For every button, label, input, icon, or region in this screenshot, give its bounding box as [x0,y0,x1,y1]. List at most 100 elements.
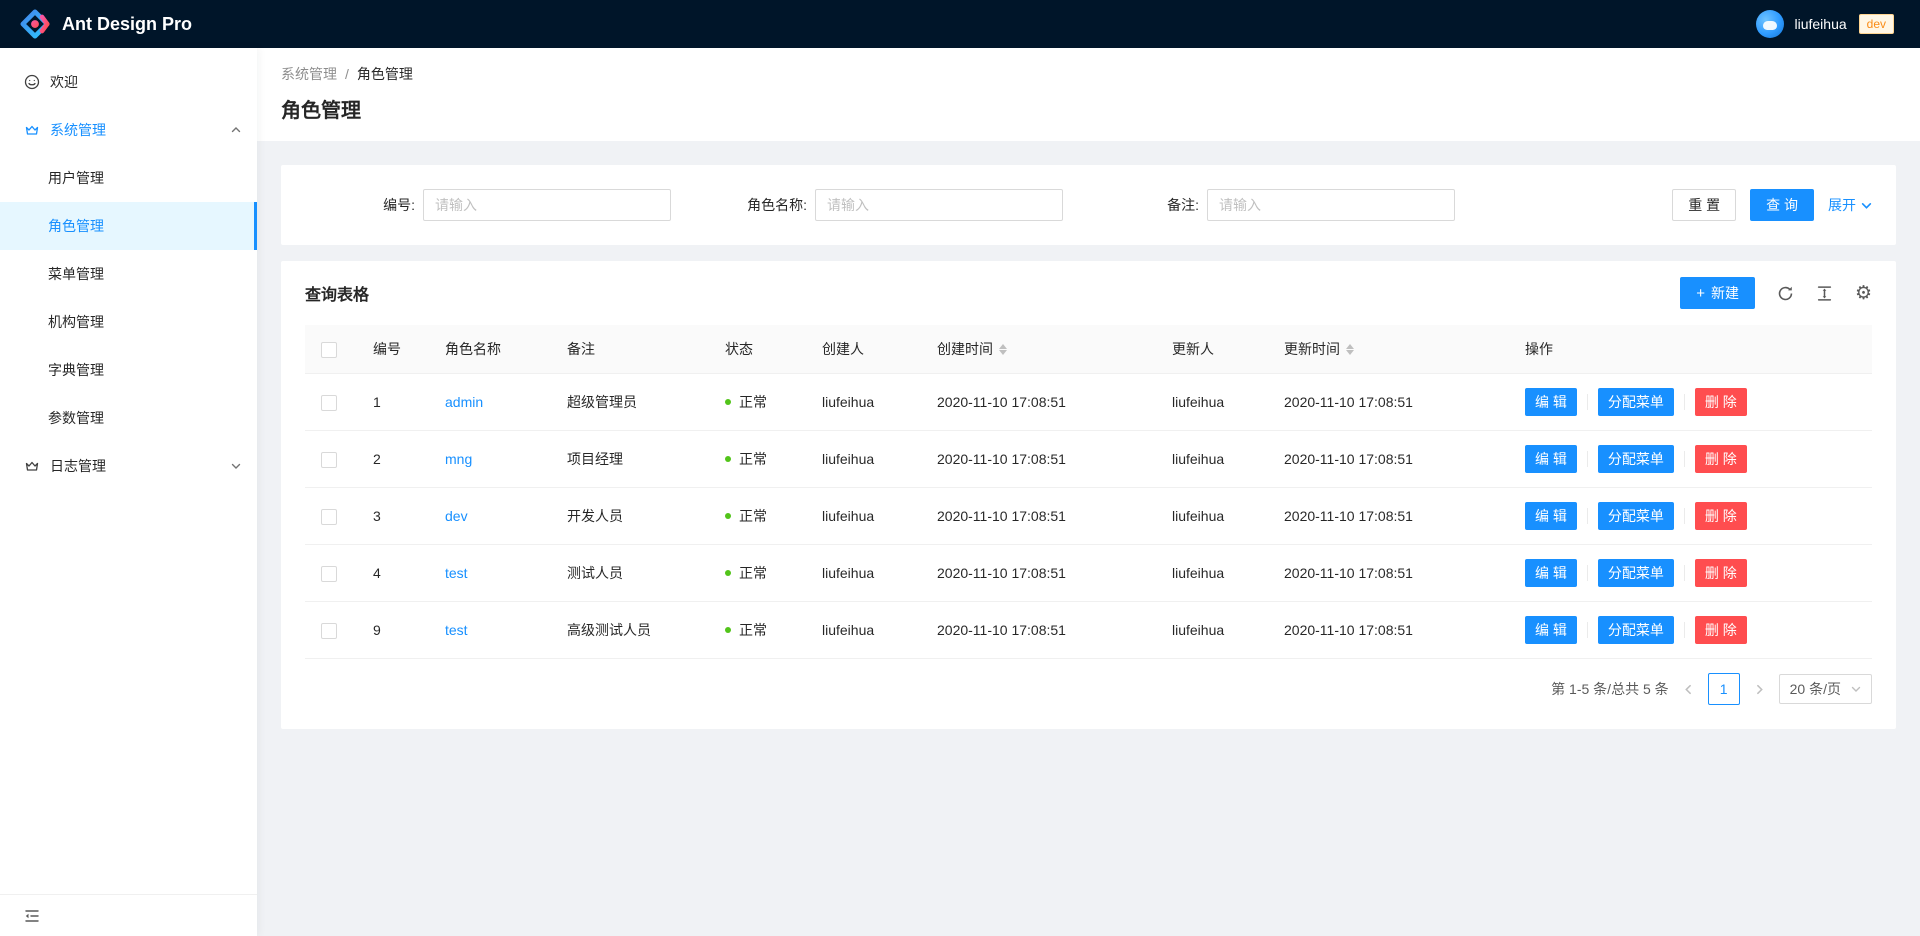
row-checkbox[interactable] [321,623,337,639]
sidebar-item-menu-mgmt[interactable]: 菜单管理 [0,250,257,298]
col-header-actions: 操作 [1509,325,1872,374]
row-checkbox[interactable] [321,566,337,582]
status-dot [725,513,731,519]
role-name-input[interactable] [815,189,1063,221]
sidebar-group-system[interactable]: 系统管理 [0,106,257,154]
assign-menu-button[interactable]: 分配菜单 [1598,616,1674,644]
sidebar-item-param-mgmt[interactable]: 参数管理 [0,394,257,442]
id-input[interactable] [423,189,671,221]
col-header-created-time-label: 创建时间 [937,339,993,359]
prev-page-icon[interactable] [1679,684,1698,695]
next-page-icon[interactable] [1750,684,1769,695]
table-row: 1 admin 超级管理员 正常 liufeihua 2020-11-10 17… [305,374,1872,431]
status-dot [725,570,731,576]
page-size-value: 20 条/页 [1790,679,1841,699]
filter-label-id: 编号: [305,195,423,215]
assign-menu-button[interactable]: 分配菜单 [1598,445,1674,473]
col-header-created-time[interactable]: 创建时间 [921,325,1156,374]
user-avatar [1756,10,1784,38]
table-row: 3 dev 开发人员 正常 liufeihua 2020-11-10 17:08… [305,488,1872,545]
expand-toggle[interactable]: 展开 [1828,195,1872,215]
delete-button[interactable]: 删 除 [1695,388,1747,416]
role-name-link[interactable]: test [445,565,468,581]
sidebar-item-org-mgmt[interactable]: 机构管理 [0,298,257,346]
col-header-updated-time[interactable]: 更新时间 [1268,325,1509,374]
cell-id: 4 [357,545,429,602]
assign-menu-button[interactable]: 分配菜单 [1598,388,1674,416]
sidebar: 欢迎 系统管理 用户管理 角色管 [0,48,257,936]
cell-remark: 测试人员 [551,545,709,602]
role-name-link[interactable]: test [445,622,468,638]
column-height-icon[interactable] [1816,285,1833,302]
cell-id: 1 [357,374,429,431]
chevron-down-icon [1851,684,1861,694]
sidebar-item-label: 参数管理 [48,408,104,428]
status-label: 正常 [739,449,767,469]
sidebar-item-welcome[interactable]: 欢迎 [0,58,257,106]
breadcrumb-separator: / [345,66,349,82]
delete-button[interactable]: 删 除 [1695,559,1747,587]
cell-id: 3 [357,488,429,545]
page-title: 角色管理 [281,94,1896,123]
logo-area[interactable]: Ant Design Pro [20,9,192,39]
remark-input[interactable] [1207,189,1455,221]
roles-table: 编号 角色名称 备注 状态 创建人 创建时间 [305,325,1872,659]
page-size-select[interactable]: 20 条/页 [1779,674,1872,704]
breadcrumb-item-system[interactable]: 系统管理 [281,64,337,84]
reload-icon[interactable] [1777,285,1794,302]
assign-menu-button[interactable]: 分配菜单 [1598,559,1674,587]
divider [1684,451,1685,467]
filter-item-role-name: 角色名称: [697,189,1089,221]
role-name-link[interactable]: dev [445,508,468,524]
filter-label-role-name: 角色名称: [697,195,815,215]
sidebar-item-label: 机构管理 [48,312,104,332]
edit-button[interactable]: 编 辑 [1525,559,1577,587]
chevron-down-icon [231,461,241,471]
sort-icon [999,344,1007,355]
table-row: 2 mng 项目经理 正常 liufeihua 2020-11-10 17:08… [305,431,1872,488]
menu-fold-icon[interactable] [24,908,40,924]
status-label: 正常 [739,563,767,583]
sidebar-group-label: 系统管理 [50,120,106,140]
row-checkbox[interactable] [321,395,337,411]
col-header-remark: 备注 [551,325,709,374]
settings-gear-icon[interactable]: ⚙ [1855,284,1872,303]
ant-design-logo-icon [20,9,50,39]
table-row: 4 test 测试人员 正常 liufeihua 2020-11-10 17:0… [305,545,1872,602]
cell-updater: liufeihua [1156,545,1268,602]
edit-button[interactable]: 编 辑 [1525,616,1577,644]
sidebar-item-user-mgmt[interactable]: 用户管理 [0,154,257,202]
new-button[interactable]: + 新建 [1680,277,1755,309]
sidebar-item-label: 菜单管理 [48,264,104,284]
cell-creator: liufeihua [806,488,921,545]
col-header-updater: 更新人 [1156,325,1268,374]
cell-created-time: 2020-11-10 17:08:51 [921,602,1156,659]
divider [1684,565,1685,581]
sidebar-item-role-mgmt[interactable]: 角色管理 [0,202,257,250]
reset-button[interactable]: 重 置 [1672,189,1736,221]
edit-button[interactable]: 编 辑 [1525,502,1577,530]
cell-updated-time: 2020-11-10 17:08:51 [1268,374,1509,431]
role-name-link[interactable]: admin [445,394,483,410]
delete-button[interactable]: 删 除 [1695,445,1747,473]
sidebar-group-log[interactable]: 日志管理 [0,442,257,490]
cell-updated-time: 2020-11-10 17:08:51 [1268,431,1509,488]
row-checkbox[interactable] [321,452,337,468]
edit-button[interactable]: 编 辑 [1525,445,1577,473]
assign-menu-button[interactable]: 分配菜单 [1598,502,1674,530]
role-name-link[interactable]: mng [445,451,472,467]
delete-button[interactable]: 删 除 [1695,502,1747,530]
delete-button[interactable]: 删 除 [1695,616,1747,644]
select-all-checkbox[interactable] [321,342,337,358]
cell-updated-time: 2020-11-10 17:08:51 [1268,602,1509,659]
account-menu[interactable]: liufeihua [1756,10,1846,38]
row-checkbox[interactable] [321,509,337,525]
search-button[interactable]: 查 询 [1750,189,1814,221]
divider [1587,451,1588,467]
sort-icon [1346,344,1354,355]
edit-button[interactable]: 编 辑 [1525,388,1577,416]
cell-creator: liufeihua [806,545,921,602]
plus-icon: + [1696,285,1705,302]
page-number-1[interactable]: 1 [1708,673,1740,705]
sidebar-item-dict-mgmt[interactable]: 字典管理 [0,346,257,394]
